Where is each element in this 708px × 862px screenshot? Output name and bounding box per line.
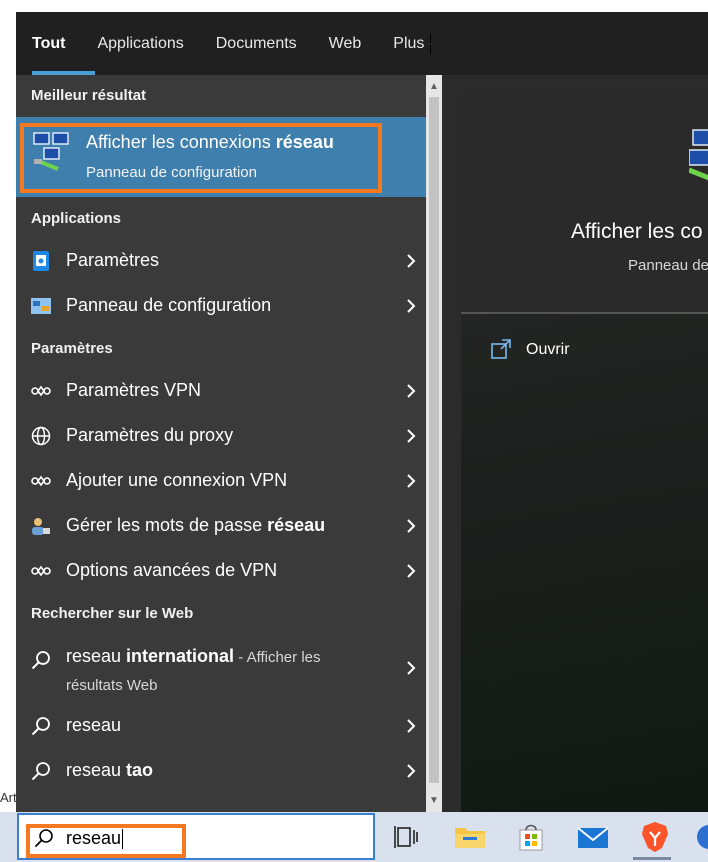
web-result-label: reseau	[66, 715, 122, 735]
search-icon	[34, 829, 53, 848]
scrollbar-thumb[interactable]	[429, 97, 439, 783]
file-explorer-icon[interactable]	[453, 820, 487, 854]
app-item-control-panel[interactable]: Panneau de configuration	[16, 283, 426, 328]
search-icon	[30, 715, 52, 737]
section-applications: Applications	[31, 209, 122, 227]
store-icon[interactable]	[514, 820, 548, 854]
preview-subtitle: Panneau de	[628, 257, 708, 274]
text-cursor	[122, 829, 124, 850]
chevron-right-icon[interactable]	[404, 383, 418, 398]
open-action[interactable]: Ouvrir	[526, 341, 570, 359]
setting-item-label: Paramètres du proxy	[66, 425, 234, 445]
user-key-icon	[30, 515, 52, 537]
tab-label: Plus	[393, 34, 425, 52]
section-web-search: Rechercher sur le Web	[31, 604, 194, 622]
best-match-title: Afficher les connexions réseau	[86, 132, 334, 152]
setting-item-label: Ajouter une connexion VPN	[66, 470, 288, 490]
chevron-right-icon[interactable]	[404, 473, 418, 488]
chevron-right-icon[interactable]	[404, 563, 418, 578]
search-icon	[30, 649, 52, 671]
tab-label: Tout	[32, 34, 66, 52]
web-result-item[interactable]: reseau international - Afficher les résul…	[16, 635, 426, 701]
vpn-icon	[30, 470, 52, 492]
chevron-right-icon[interactable]	[404, 518, 418, 533]
setting-item-proxy[interactable]: Paramètres du proxy	[16, 413, 426, 458]
control-panel-icon	[30, 295, 52, 317]
browser-icon-partial[interactable]	[692, 820, 708, 854]
tab-label: Applications	[97, 34, 184, 52]
brave-browser-icon[interactable]	[638, 820, 672, 854]
section-best-match: Meilleur résultat	[31, 86, 147, 104]
tab-documents[interactable]: Documents	[200, 12, 313, 75]
background-window-fragment: Art	[0, 790, 17, 805]
web-result-label: reseau tao	[66, 760, 154, 780]
section-settings: Paramètres	[31, 339, 113, 357]
setting-item-label: Paramètres VPN	[66, 380, 202, 400]
tab-label: Documents	[215, 34, 297, 52]
chevron-right-icon[interactable]	[404, 718, 418, 733]
preview-divider	[461, 312, 708, 314]
chevron-right-icon[interactable]	[404, 661, 418, 675]
tab-all[interactable]: Tout	[16, 12, 96, 75]
setting-item-vpn-advanced[interactable]: Options avancées de VPN	[16, 548, 426, 593]
vpn-icon	[30, 380, 52, 402]
setting-item-network-passwords[interactable]: Gérer les mots de passe réseau	[16, 503, 426, 548]
app-item-label: Panneau de configuration	[66, 295, 272, 315]
search-input[interactable]: reseau	[66, 828, 124, 850]
search-panel: Tout Applications Documents Web Plus Mei…	[16, 12, 708, 812]
chevron-right-icon[interactable]	[404, 298, 418, 313]
results-scrollbar[interactable]: ▲ ▼	[426, 75, 442, 812]
best-match-subtitle: Panneau de configuration	[86, 164, 257, 181]
scroll-down-icon[interactable]: ▼	[429, 795, 439, 806]
scroll-up-icon[interactable]: ▲	[429, 81, 439, 92]
web-result-item[interactable]: reseau	[16, 703, 426, 748]
vpn-icon	[30, 560, 52, 582]
preview-pane: Afficher les co Panneau de Ouvrir	[461, 92, 708, 812]
mail-icon[interactable]	[576, 820, 610, 854]
chevron-right-icon[interactable]	[404, 428, 418, 443]
setting-item-add-vpn[interactable]: Ajouter une connexion VPN	[16, 458, 426, 503]
tab-applications[interactable]: Applications	[81, 12, 199, 75]
preview-header	[461, 92, 708, 312]
search-icon	[30, 760, 52, 782]
setting-item-label: Options avancées de VPN	[66, 560, 278, 580]
caret-down-icon	[430, 33, 432, 54]
search-tabs: Tout Applications Documents Web Plus	[16, 12, 708, 75]
network-connections-icon	[33, 132, 69, 171]
task-view-icon[interactable]	[390, 820, 424, 854]
setting-item-label: Gérer les mots de passe réseau	[66, 515, 326, 535]
chevron-right-icon[interactable]	[404, 763, 418, 778]
tab-web[interactable]: Web	[313, 12, 378, 75]
open-external-icon[interactable]	[491, 339, 511, 359]
tab-label: Web	[328, 34, 362, 52]
network-connections-icon	[689, 129, 708, 181]
results-list: Meilleur résultat Afficher les connexion…	[16, 75, 426, 812]
running-indicator	[633, 857, 671, 860]
settings-app-icon	[30, 250, 52, 272]
web-result-label: reseau international - Afficher les résul…	[66, 646, 321, 694]
globe-icon	[30, 425, 52, 447]
setting-item-vpn[interactable]: Paramètres VPN	[16, 368, 426, 413]
app-item-settings[interactable]: Paramètres	[16, 238, 426, 283]
chevron-right-icon[interactable]	[404, 253, 418, 268]
tab-more[interactable]: Plus	[377, 12, 447, 75]
web-result-item[interactable]: reseau tao	[16, 748, 426, 793]
preview-title: Afficher les co	[571, 220, 703, 243]
app-item-label: Paramètres	[66, 250, 160, 270]
